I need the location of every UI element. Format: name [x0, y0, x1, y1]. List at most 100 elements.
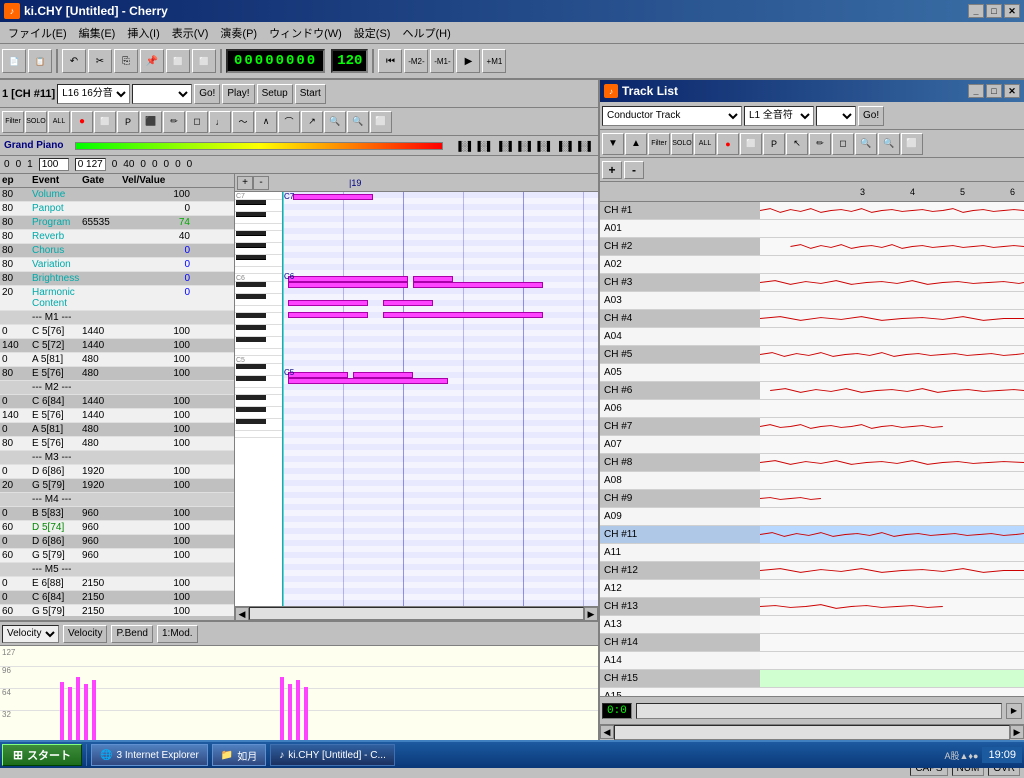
event-row-harmonic[interactable]: 20Harmonic Content0 [0, 286, 234, 311]
pr-zoom-out[interactable]: 🔍 [347, 111, 369, 133]
event-row-note16[interactable]: 0C 6[84]2150100 [0, 591, 234, 605]
note-bar-4[interactable] [383, 300, 433, 306]
marker-m1[interactable]: -M1- [430, 49, 454, 73]
event-row-variation[interactable]: 80Variation0 [0, 258, 234, 272]
track-a12[interactable]: A12 [600, 580, 1024, 598]
track-a09[interactable]: A09 [600, 508, 1024, 526]
tl-hscroll-track[interactable] [614, 725, 1010, 740]
event-row-note15[interactable]: 0E 6[88]2150100 [0, 577, 234, 591]
event-row-note7[interactable]: 0A 5[81]480100 [0, 423, 234, 437]
toolbar-copy[interactable]: ⎘ [114, 49, 138, 73]
pr-tool-1[interactable]: ⬜ [94, 111, 116, 133]
note-bar-c5b[interactable] [288, 378, 448, 384]
tl-go-btn[interactable]: Go! [858, 106, 884, 126]
tl-tool1[interactable]: ⬜ [740, 133, 762, 155]
note-bar-3[interactable] [288, 312, 368, 318]
pr-zoom-plus[interactable]: + [237, 176, 253, 190]
track-ch2[interactable]: CH #2 [600, 238, 1024, 256]
tl-rec-btn[interactable]: ● [717, 133, 739, 155]
event-row-note12[interactable]: 60D 5[74]960100 [0, 521, 234, 535]
event-row-note1[interactable]: 0C 5[76]1440100 [0, 325, 234, 339]
track-ch9[interactable]: CH #9 [600, 490, 1024, 508]
tl-zoom-out[interactable]: 🔍 [878, 133, 900, 155]
track-a05[interactable]: A05 [600, 364, 1024, 382]
tl-hscroll-right[interactable]: ▶ [1010, 725, 1024, 739]
menu-file[interactable]: ファイル(E) [2, 23, 73, 43]
toolbar-btn-6[interactable]: ⬜ [192, 49, 216, 73]
maximize-button[interactable]: □ [986, 4, 1002, 18]
pr-tool-6[interactable]: ↗ [301, 111, 323, 133]
pr-scroll-right[interactable]: ▶ [584, 607, 598, 620]
tl-extra-select[interactable] [816, 106, 856, 126]
track-ch11[interactable]: CH #11 [600, 526, 1024, 544]
track-ch6[interactable]: CH #6 [600, 382, 1024, 400]
tl-tool2[interactable]: ⬜ [901, 133, 923, 155]
track-ch1[interactable]: CH #1 [600, 202, 1024, 220]
track-ch3[interactable]: CH #3 [600, 274, 1024, 292]
event-row-note13[interactable]: 0D 6[86]960100 [0, 535, 234, 549]
tl-erase[interactable]: ◻ [832, 133, 854, 155]
tl-quantize-select[interactable]: L1 全音符 [744, 106, 814, 126]
pr-tool-5[interactable]: ⌒ [278, 111, 300, 133]
note-bar-1[interactable] [293, 194, 373, 200]
pr-go-btn[interactable]: Go! [194, 84, 220, 104]
menu-settings[interactable]: 設定(S) [348, 23, 397, 43]
tl-up-btn[interactable]: ▲ [625, 133, 647, 155]
tl-pencil[interactable]: P [763, 133, 785, 155]
menu-play[interactable]: 演奏(P) [214, 23, 263, 43]
track-ch15[interactable]: CH #15 [600, 670, 1024, 688]
taskbar-kichy[interactable]: ♪ ki.CHY [Untitled] - C... [270, 744, 395, 766]
tl-pen2[interactable]: ✏ [809, 133, 831, 155]
event-row-note9[interactable]: 0D 6[86]1920100 [0, 465, 234, 479]
event-row-reverb[interactable]: 80Reverb40 [0, 230, 234, 244]
event-row-brightness[interactable]: 80Brightness0 [0, 272, 234, 286]
track-a15[interactable]: A15 [600, 688, 1024, 696]
note-bar-5[interactable] [383, 312, 543, 318]
menu-help[interactable]: ヘルプ(H) [396, 23, 456, 43]
note-bar-c6d[interactable] [413, 282, 543, 288]
menu-view[interactable]: 表示(V) [166, 23, 215, 43]
vel-btn-velocity[interactable]: Velocity [63, 625, 107, 643]
pr-tool-2[interactable]: ⬛ [140, 111, 162, 133]
pr-scroll-track[interactable] [249, 607, 584, 620]
minimize-button[interactable]: _ [968, 4, 984, 18]
tl-solo-btn[interactable]: SOLO [671, 133, 693, 155]
toolbar-btn-5[interactable]: ⬜ [166, 49, 190, 73]
tl-all-btn[interactable]: ALL [694, 133, 716, 155]
toolbar-paste[interactable]: 📌 [140, 49, 164, 73]
track-ch4[interactable]: CH #4 [600, 310, 1024, 328]
event-row-note2[interactable]: 140C 5[72]1440100 [0, 339, 234, 353]
pr-tool-3[interactable]: 〜 [232, 111, 254, 133]
rewind-button[interactable]: ⏮ [378, 49, 402, 73]
event-row-note17[interactable]: 60G 5[79]2150100 [0, 605, 234, 616]
note-bar-c5c[interactable] [353, 372, 413, 378]
track-a07[interactable]: A07 [600, 436, 1024, 454]
pr-setup-btn[interactable]: Setup [257, 84, 293, 104]
track-a04[interactable]: A04 [600, 328, 1024, 346]
event-row-note6[interactable]: 140E 5[76]1440100 [0, 409, 234, 423]
pr-all-btn[interactable]: ALL [48, 111, 70, 133]
pr-pen-btn[interactable]: ✏ [163, 111, 185, 133]
tl-tracks-container[interactable]: CH #1 A01 CH #2 A02 CH #3 [600, 202, 1024, 696]
vel-area[interactable]: 127 96 64 32 [0, 646, 598, 742]
tl-filter-btn[interactable]: Filter [648, 133, 670, 155]
taskbar-kisaragi[interactable]: 📁 如月 [212, 744, 266, 766]
event-row-note5[interactable]: 0C 6[84]1440100 [0, 395, 234, 409]
pr-zoom-in[interactable]: 🔍 [324, 111, 346, 133]
track-ch8[interactable]: CH #8 [600, 454, 1024, 472]
tl-scroll-right-btn[interactable]: ▶ [1006, 703, 1022, 719]
pr-note-grid[interactable]: C6 C5 C7 [283, 192, 598, 606]
marker-m2[interactable]: -M2- [404, 49, 428, 73]
pr-solo-btn[interactable]: SOLO [25, 111, 47, 133]
vel-btn-mod[interactable]: 1:Mod. [157, 625, 198, 643]
note-bar-c6b[interactable] [288, 282, 408, 288]
close-button[interactable]: ✕ [1004, 4, 1020, 18]
track-ch12[interactable]: CH #12 [600, 562, 1024, 580]
pr-scroll-left[interactable]: ◀ [235, 607, 249, 620]
pr-filter-btn[interactable]: Filter [2, 111, 24, 133]
toolbar-undo[interactable]: ↶ [62, 49, 86, 73]
pr-start-btn[interactable]: Start [295, 84, 326, 104]
pr-note-btn[interactable]: ♩ [209, 111, 231, 133]
tl-scrollbar[interactable] [636, 703, 1002, 719]
event-row-note3[interactable]: 0A 5[81]480100 [0, 353, 234, 367]
